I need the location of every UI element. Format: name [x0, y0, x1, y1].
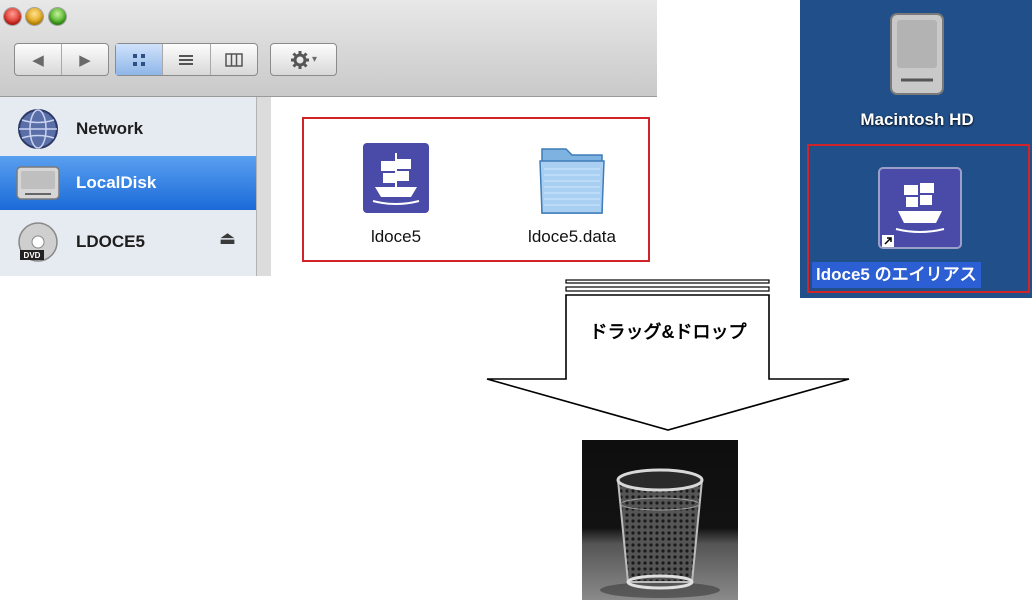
list-view-button[interactable] — [163, 44, 211, 75]
files-highlight-box: ldoce5 ldoce5.data — [302, 117, 650, 262]
desktop-item-label: Macintosh HD — [860, 110, 974, 129]
list-view-icon — [179, 54, 194, 65]
desktop-item-macintosh-hd[interactable]: Macintosh HD — [842, 8, 992, 130]
back-forward-group: ◀ ▶ — [14, 43, 109, 76]
zoom-window-button[interactable] — [49, 8, 66, 25]
action-gear: ▾ — [271, 44, 336, 75]
finder-window: ◀ ▶ ▾ Network LocalDisk DVD LDOCE5 ⏏ ldo… — [0, 0, 657, 276]
finder-sidebar: Network LocalDisk DVD LDOCE5 ⏏ — [0, 97, 257, 276]
hard-disk-icon — [890, 13, 944, 95]
file-label: ldoce5.data — [528, 227, 616, 246]
icon-view-button[interactable] — [116, 44, 164, 75]
forward-button[interactable]: ▶ — [62, 44, 108, 75]
ldoce-ship-alias-icon — [878, 167, 962, 249]
column-view-icon — [225, 52, 243, 67]
ldoce-ship-app-icon — [360, 139, 432, 217]
svg-text:DVD: DVD — [24, 251, 41, 260]
column-view-button[interactable] — [211, 44, 257, 75]
back-arrow-icon: ◀ — [32, 51, 44, 69]
sidebar-item-localdisk[interactable]: LocalDisk — [0, 156, 256, 210]
folder-icon — [536, 139, 608, 217]
trash-bin[interactable] — [582, 440, 738, 600]
finder-toolbar: ◀ ▶ ▾ — [0, 0, 657, 97]
sidebar-divider[interactable] — [257, 97, 271, 276]
chevron-down-icon: ▾ — [311, 54, 318, 65]
trash-basket-icon — [600, 468, 720, 598]
sidebar-item-label: Network — [76, 119, 144, 138]
sidebar-item-label: LocalDisk — [76, 173, 157, 192]
sidebar-item-label: LDOCE5 — [76, 232, 145, 251]
back-button[interactable]: ◀ — [15, 44, 62, 75]
desktop-item-alias[interactable] — [873, 165, 967, 251]
view-mode-group — [115, 43, 258, 76]
eject-icon[interactable]: ⏏ — [219, 228, 236, 249]
forward-arrow-icon: ▶ — [79, 51, 91, 69]
sidebar-item-network[interactable]: Network — [0, 102, 256, 156]
gear-icon — [290, 50, 309, 69]
dvd-disc-icon: DVD — [12, 220, 64, 264]
action-menu-button[interactable]: ▾ — [270, 43, 337, 76]
file-item-ldoce5[interactable]: ldoce5 — [331, 139, 461, 247]
hard-disk-icon — [12, 161, 64, 205]
sidebar-item-ldoce5[interactable]: DVD LDOCE5 ⏏ — [0, 215, 256, 269]
drag-drop-label: ドラッグ&ドロップ — [589, 322, 747, 342]
network-globe-icon — [12, 107, 64, 151]
icon-view-icon — [133, 53, 146, 66]
minimize-window-button[interactable] — [26, 8, 43, 25]
drag-drop-arrow — [486, 279, 850, 431]
file-label: ldoce5 — [370, 227, 422, 246]
desktop-panel: Macintosh HD ldoce5 のエイリアス — [800, 0, 1032, 298]
file-item-ldoce5-data[interactable]: ldoce5.data — [507, 139, 637, 247]
close-window-button[interactable] — [4, 8, 21, 25]
